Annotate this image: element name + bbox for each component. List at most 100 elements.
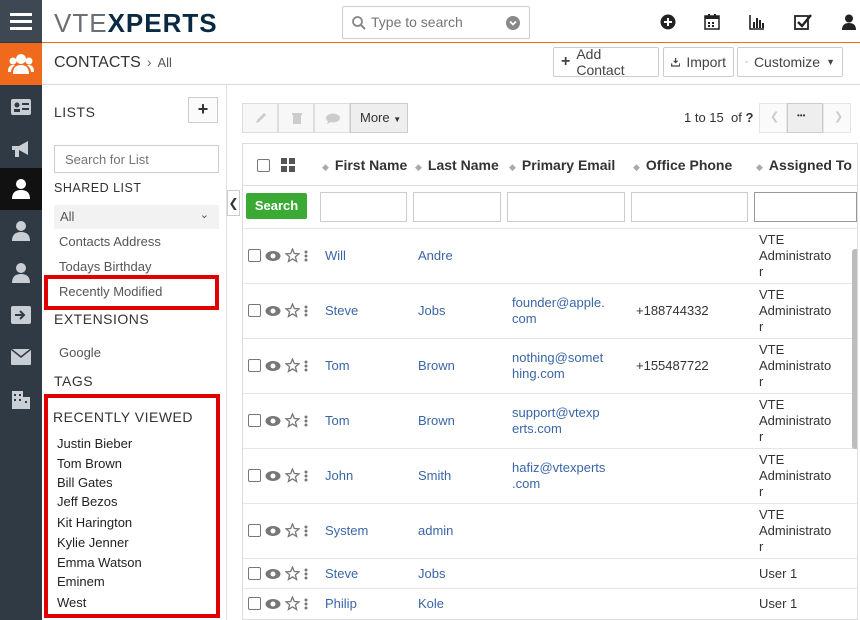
recent-item[interactable]: Jeff Bezos	[57, 494, 117, 509]
cell-email[interactable]: hafiz@vtexperts	[512, 460, 605, 476]
row-checkbox[interactable]	[248, 597, 261, 610]
cell-last-name[interactable]: Brown	[418, 413, 455, 429]
add-list-button[interactable]: +	[188, 97, 218, 123]
star-icon[interactable]	[285, 358, 300, 373]
cell-last-name[interactable]: admin	[418, 523, 453, 539]
recent-item[interactable]: West	[57, 595, 86, 610]
recent-item[interactable]: Emma Watson	[57, 555, 142, 570]
vertical-dots-icon[interactable]	[304, 250, 308, 262]
column-first-name[interactable]: ◆ First Name	[322, 144, 407, 186]
more-dropdown[interactable]: More ▼	[350, 103, 408, 133]
cell-last-name[interactable]: Andre	[418, 248, 453, 264]
edit-button[interactable]	[242, 103, 278, 133]
rail-email[interactable]	[0, 336, 42, 378]
calendar-icon[interactable]	[704, 14, 720, 30]
star-icon[interactable]	[285, 596, 300, 611]
add-contact-button[interactable]: + Add Contact	[553, 46, 659, 78]
table-row[interactable]: Tom Brown support@vtexp erts.com VTE Administ…	[243, 393, 857, 448]
cell-email[interactable]: founder@apple.	[512, 295, 605, 311]
eye-icon[interactable]	[265, 525, 281, 537]
breadcrumb-view[interactable]: All	[157, 55, 171, 70]
prev-page-button[interactable]: ❮	[759, 103, 787, 133]
vertical-dots-icon[interactable]	[304, 598, 308, 610]
recent-item[interactable]: Tom Brown	[57, 456, 122, 471]
cell-email[interactable]: support@vtexp	[512, 405, 600, 421]
cell-first-name[interactable]: Tom	[325, 413, 350, 429]
rail-contact-card[interactable]	[0, 86, 42, 128]
rail-accounts[interactable]	[0, 252, 42, 294]
rail-campaigns[interactable]	[0, 128, 42, 170]
eye-icon[interactable]	[265, 305, 281, 317]
recent-item[interactable]: Eminem	[57, 574, 105, 589]
vtexperts-logo[interactable]: VTEXPERTS	[54, 8, 218, 39]
star-icon[interactable]	[285, 523, 300, 538]
cell-first-name[interactable]: John	[325, 468, 353, 484]
table-row[interactable]: Tom Brown nothing@somet hing.com +155487722 V…	[243, 338, 857, 393]
user-profile-icon[interactable]	[841, 14, 857, 30]
menu-button[interactable]	[0, 0, 42, 42]
star-icon[interactable]	[285, 248, 300, 263]
row-checkbox[interactable]	[248, 414, 261, 427]
eye-icon[interactable]	[265, 568, 281, 580]
table-scrollbar[interactable]	[852, 249, 857, 449]
comment-button[interactable]	[314, 103, 350, 133]
table-row[interactable]: Will Andre VTE Administrato r	[243, 228, 857, 283]
recent-item[interactable]: Kit Harington	[57, 515, 132, 530]
select-all-checkbox[interactable]	[257, 159, 270, 172]
vertical-dots-icon[interactable]	[304, 415, 308, 427]
filter-last-name[interactable]	[413, 192, 501, 222]
eye-icon[interactable]	[265, 470, 281, 482]
bar-chart-icon[interactable]	[749, 14, 765, 30]
grid-layout-icon[interactable]	[281, 158, 295, 172]
cell-first-name[interactable]: Tom	[325, 358, 350, 374]
add-circle-icon[interactable]	[660, 14, 676, 30]
cell-email[interactable]: .com	[512, 476, 540, 492]
table-row[interactable]: John Smith hafiz@vtexperts .com VTE Administr…	[243, 448, 857, 503]
chevron-down-circle-icon[interactable]	[506, 16, 520, 30]
column-last-name[interactable]: ◆ Last Name	[415, 144, 499, 186]
cell-last-name[interactable]: Jobs	[418, 566, 445, 582]
collapse-sidebar-button[interactable]: ❮	[227, 190, 240, 216]
row-checkbox[interactable]	[248, 469, 261, 482]
search-button[interactable]: Search	[246, 193, 307, 219]
row-checkbox[interactable]	[248, 359, 261, 372]
cell-last-name[interactable]: Smith	[418, 468, 451, 484]
filter-first-name[interactable]	[320, 192, 407, 222]
eye-icon[interactable]	[265, 360, 281, 372]
cell-email[interactable]: hing.com	[512, 366, 565, 382]
list-item-todays-birthday[interactable]: Todays Birthday	[59, 259, 152, 274]
table-row[interactable]: System admin VTE Administrato r	[243, 503, 857, 558]
cell-first-name[interactable]: System	[325, 523, 368, 539]
table-row[interactable]: Philip Kole User 1	[243, 588, 857, 618]
cell-email[interactable]: com	[512, 311, 537, 327]
customize-dropdown[interactable]: Customize ▼	[737, 47, 843, 77]
delete-button[interactable]	[278, 103, 314, 133]
vertical-dots-icon[interactable]	[304, 525, 308, 537]
page-jump-button[interactable]: •••	[787, 103, 823, 133]
extension-google[interactable]: Google	[59, 345, 101, 360]
cell-email[interactable]: erts.com	[512, 421, 562, 437]
column-office-phone[interactable]: ◆ Office Phone	[633, 144, 732, 186]
filter-primary-email[interactable]	[507, 192, 625, 222]
star-icon[interactable]	[285, 566, 300, 581]
rail-leads[interactable]	[0, 210, 42, 252]
star-icon[interactable]	[285, 303, 300, 318]
cell-first-name[interactable]: Steve	[325, 566, 358, 582]
eye-icon[interactable]	[265, 415, 281, 427]
vertical-dots-icon[interactable]	[304, 470, 308, 482]
import-button[interactable]: Import	[663, 47, 734, 77]
contacts-module-button[interactable]	[0, 43, 42, 85]
star-icon[interactable]	[285, 413, 300, 428]
row-checkbox[interactable]	[248, 524, 261, 537]
row-checkbox[interactable]	[248, 567, 261, 580]
global-search[interactable]	[342, 6, 530, 39]
list-search-input[interactable]	[54, 145, 219, 173]
recent-item[interactable]: Kylie Jenner	[57, 535, 129, 550]
row-checkbox[interactable]	[248, 304, 261, 317]
cell-last-name[interactable]: Jobs	[418, 303, 445, 319]
vertical-dots-icon[interactable]	[304, 360, 308, 372]
filter-assigned-to[interactable]	[754, 192, 857, 222]
cell-first-name[interactable]: Philip	[325, 596, 357, 612]
vertical-dots-icon[interactable]	[304, 568, 308, 580]
column-primary-email[interactable]: ◆ Primary Email	[509, 144, 615, 186]
